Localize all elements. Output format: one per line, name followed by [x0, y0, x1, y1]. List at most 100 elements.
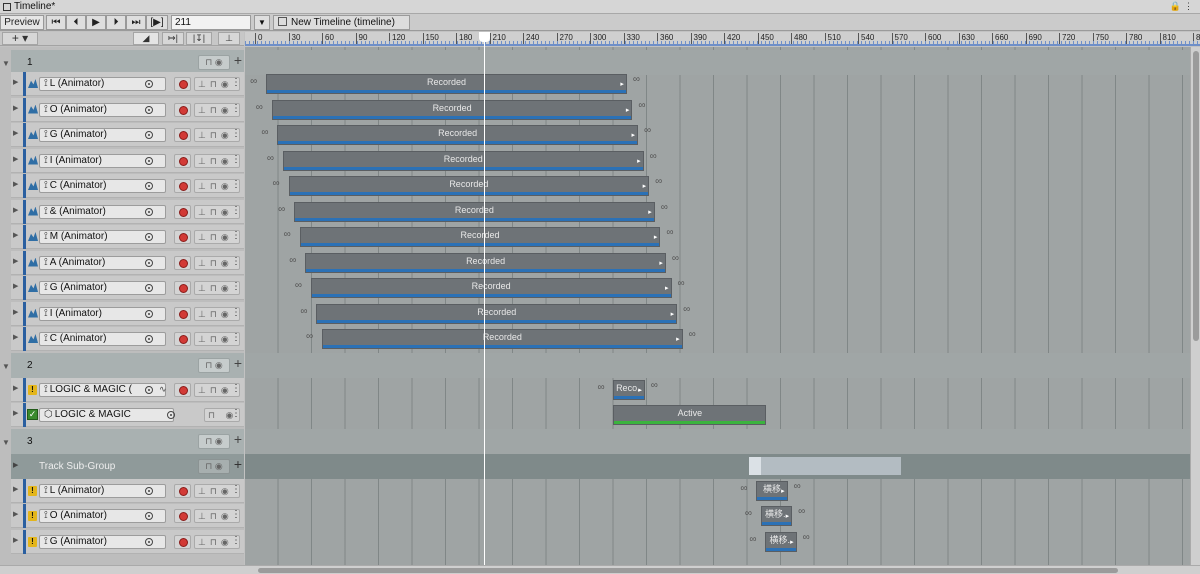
marker-toggle-icon[interactable]: ◢	[133, 32, 159, 45]
previous-frame-icon[interactable]: ⏴	[66, 15, 86, 30]
play-icon[interactable]: ▶	[86, 15, 106, 30]
track-menu-icon[interactable]: ⋮	[231, 332, 241, 343]
timeline-clip[interactable]: 横移 ▸	[756, 480, 788, 501]
timeline-clip[interactable]: Recorded ▸	[288, 176, 650, 196]
group-collapse-icon[interactable]: ▼	[2, 362, 10, 371]
record-button[interactable]	[174, 179, 191, 193]
track-expand-icon[interactable]: ▶	[13, 333, 18, 341]
group-header[interactable]: 2 ⊓ ◉ +	[11, 352, 244, 378]
record-button[interactable]	[174, 77, 191, 91]
add-track-to-subgroup-button[interactable]: +	[234, 456, 242, 472]
object-picker-icon[interactable]	[145, 233, 153, 241]
timeline-clip[interactable]: Recorded ▸	[282, 150, 644, 171]
add-track-button[interactable]: + ▾	[2, 32, 38, 45]
record-button[interactable]	[174, 281, 191, 295]
track-expand-icon[interactable]: ▶	[13, 129, 18, 137]
timeline-clip[interactable]: Recorded ▸	[299, 227, 661, 247]
group-collapse-icon[interactable]: ▼	[2, 438, 10, 447]
object-picker-icon[interactable]	[145, 258, 153, 267]
curve-icon[interactable]: ∿	[159, 384, 167, 395]
go-to-end-icon[interactable]: ⏭	[126, 15, 146, 30]
group-collapse-icon[interactable]: ▼	[2, 59, 10, 68]
track-menu-icon[interactable]: ⋮	[231, 77, 241, 88]
object-picker-icon[interactable]	[145, 156, 153, 165]
window-lock-menu-icons[interactable]: 🔒⋮	[1170, 1, 1196, 12]
track-header[interactable]: ▶ ⟟ G (Animator) ⊥⊓◉ ⋮	[11, 276, 244, 300]
subgroup-expand-icon[interactable]: ▶	[13, 461, 18, 469]
object-picker-icon[interactable]	[145, 182, 153, 190]
group-header[interactable]: 3 ⊓ ◉ +	[11, 428, 244, 454]
object-picker-icon[interactable]	[145, 309, 153, 318]
track-expand-icon[interactable]: ▶	[13, 206, 18, 214]
track-menu-icon[interactable]: ⋮	[231, 205, 241, 216]
track-menu-icon[interactable]: ⋮	[231, 408, 241, 419]
timeline-clip[interactable]: Recorded ▸	[277, 125, 638, 145]
horizontal-scroll-thumb[interactable]	[258, 568, 1118, 573]
track-expand-icon[interactable]: ▶	[13, 257, 18, 265]
timeline-clip[interactable]: Recorded ▸	[322, 329, 683, 349]
track-expand-icon[interactable]: ▶	[13, 409, 18, 417]
track-header[interactable]: ▶ ⟟ A (Animator) ⊥⊓◉ ⋮	[11, 250, 244, 275]
track-expand-icon[interactable]: ▶	[13, 155, 18, 163]
track-header[interactable]: ▶! ⟟ O (Animator) ⊥⊓◉ ⋮	[11, 504, 244, 528]
object-picker-icon[interactable]	[145, 537, 153, 546]
timeline-clip[interactable]: Recorded ▸	[271, 99, 633, 120]
play-range-button[interactable]: [▶]	[146, 15, 168, 30]
record-button[interactable]	[174, 153, 191, 168]
add-track-to-group-button[interactable]: +	[234, 431, 242, 447]
record-button[interactable]	[174, 255, 191, 270]
track-expand-icon[interactable]: ▶	[13, 78, 18, 86]
track-binding-field[interactable]: ⬡ LOGIC & MAGIC	[39, 408, 174, 422]
timeline-clip[interactable]: Recorded ▸	[266, 74, 627, 94]
timeline-breadcrumb[interactable]: New Timeline (timeline)	[273, 15, 410, 30]
object-picker-icon[interactable]	[145, 284, 153, 292]
track-header[interactable]: ▶ ⟟ M (Animator) ⊥⊓◉ ⋮	[11, 225, 244, 249]
horizontal-scrollbar[interactable]	[0, 565, 1200, 574]
timeline-clip[interactable]: Recorded ▸	[310, 278, 672, 298]
next-frame-icon[interactable]: ⏵	[106, 15, 126, 30]
track-expand-icon[interactable]: ▶	[13, 231, 18, 239]
snap-mode-icon[interactable]: |↧|	[186, 32, 212, 45]
current-frame-field[interactable]: 211	[171, 15, 251, 30]
record-button[interactable]	[174, 483, 191, 498]
track-expand-icon[interactable]: ▶	[13, 384, 18, 392]
timeline-selector-dropdown[interactable]: ▼	[254, 15, 270, 30]
track-menu-icon[interactable]: ⋮	[231, 307, 241, 318]
object-picker-icon[interactable]	[145, 486, 153, 495]
vertical-scroll-thumb[interactable]	[1193, 51, 1199, 341]
object-picker-icon[interactable]	[145, 207, 153, 216]
subgroup-header[interactable]: ▶ Track Sub-Group ⊓ ◉ +	[11, 453, 244, 479]
record-button[interactable]	[174, 230, 191, 244]
track-header[interactable]: ▶ ⟟ G (Animator) ⊥⊓◉ ⋮	[11, 123, 244, 147]
track-clips-area[interactable]: Recorded ▸ ∞ ∞ Recorded ▸ ∞ ∞ Recorded ▸ ∞ ∞ Recorde…	[245, 47, 1190, 565]
track-menu-icon[interactable]: ⋮	[231, 230, 241, 241]
record-button[interactable]	[174, 204, 191, 219]
record-button[interactable]	[174, 534, 191, 549]
track-enabled-checkbox[interactable]: ✓	[27, 409, 38, 420]
track-header[interactable]: ▶ ⟟ L (Animator) ⊥⊓◉ ⋮	[11, 72, 244, 96]
track-menu-icon[interactable]: ⋮	[231, 128, 241, 139]
timeline-clip[interactable]: 横移.. ▸	[765, 531, 797, 552]
track-header[interactable]: ▶! ⟟ G (Animator) ⊥⊓◉ ⋮	[11, 529, 244, 554]
record-button[interactable]	[174, 509, 191, 523]
vertical-scrollbar[interactable]	[1190, 47, 1200, 565]
record-button[interactable]	[174, 128, 191, 142]
track-menu-icon[interactable]: ⋮	[231, 154, 241, 165]
add-track-to-group-button[interactable]: +	[234, 52, 242, 68]
subgroup-lock-visibility-icons[interactable]: ⊓ ◉	[198, 458, 230, 474]
track-header[interactable]: ▶ ⟟ I (Animator) ⊥⊓◉ ⋮	[11, 301, 244, 326]
playhead-handle[interactable]	[478, 32, 490, 42]
object-picker-icon[interactable]	[145, 335, 153, 343]
track-expand-icon[interactable]: ▶	[13, 536, 18, 544]
object-picker-icon[interactable]	[145, 512, 153, 520]
track-header[interactable]: ▶ ⟟ & (Animator) ⊥⊓◉ ⋮	[11, 199, 244, 224]
track-menu-icon[interactable]: ⋮	[231, 281, 241, 292]
track-menu-icon[interactable]: ⋮	[231, 535, 241, 546]
lock-visibility-icons[interactable]: ⊓ ◉	[198, 433, 230, 449]
track-menu-icon[interactable]: ⋮	[231, 256, 241, 267]
track-expand-icon[interactable]: ▶	[13, 308, 18, 316]
track-expand-icon[interactable]: ▶	[13, 510, 18, 518]
go-to-start-icon[interactable]: ⏮	[46, 15, 66, 30]
track-header[interactable]: ▶! ⟟ L (Animator) ⊥⊓◉ ⋮	[11, 478, 244, 503]
track-expand-icon[interactable]: ▶	[13, 485, 18, 493]
